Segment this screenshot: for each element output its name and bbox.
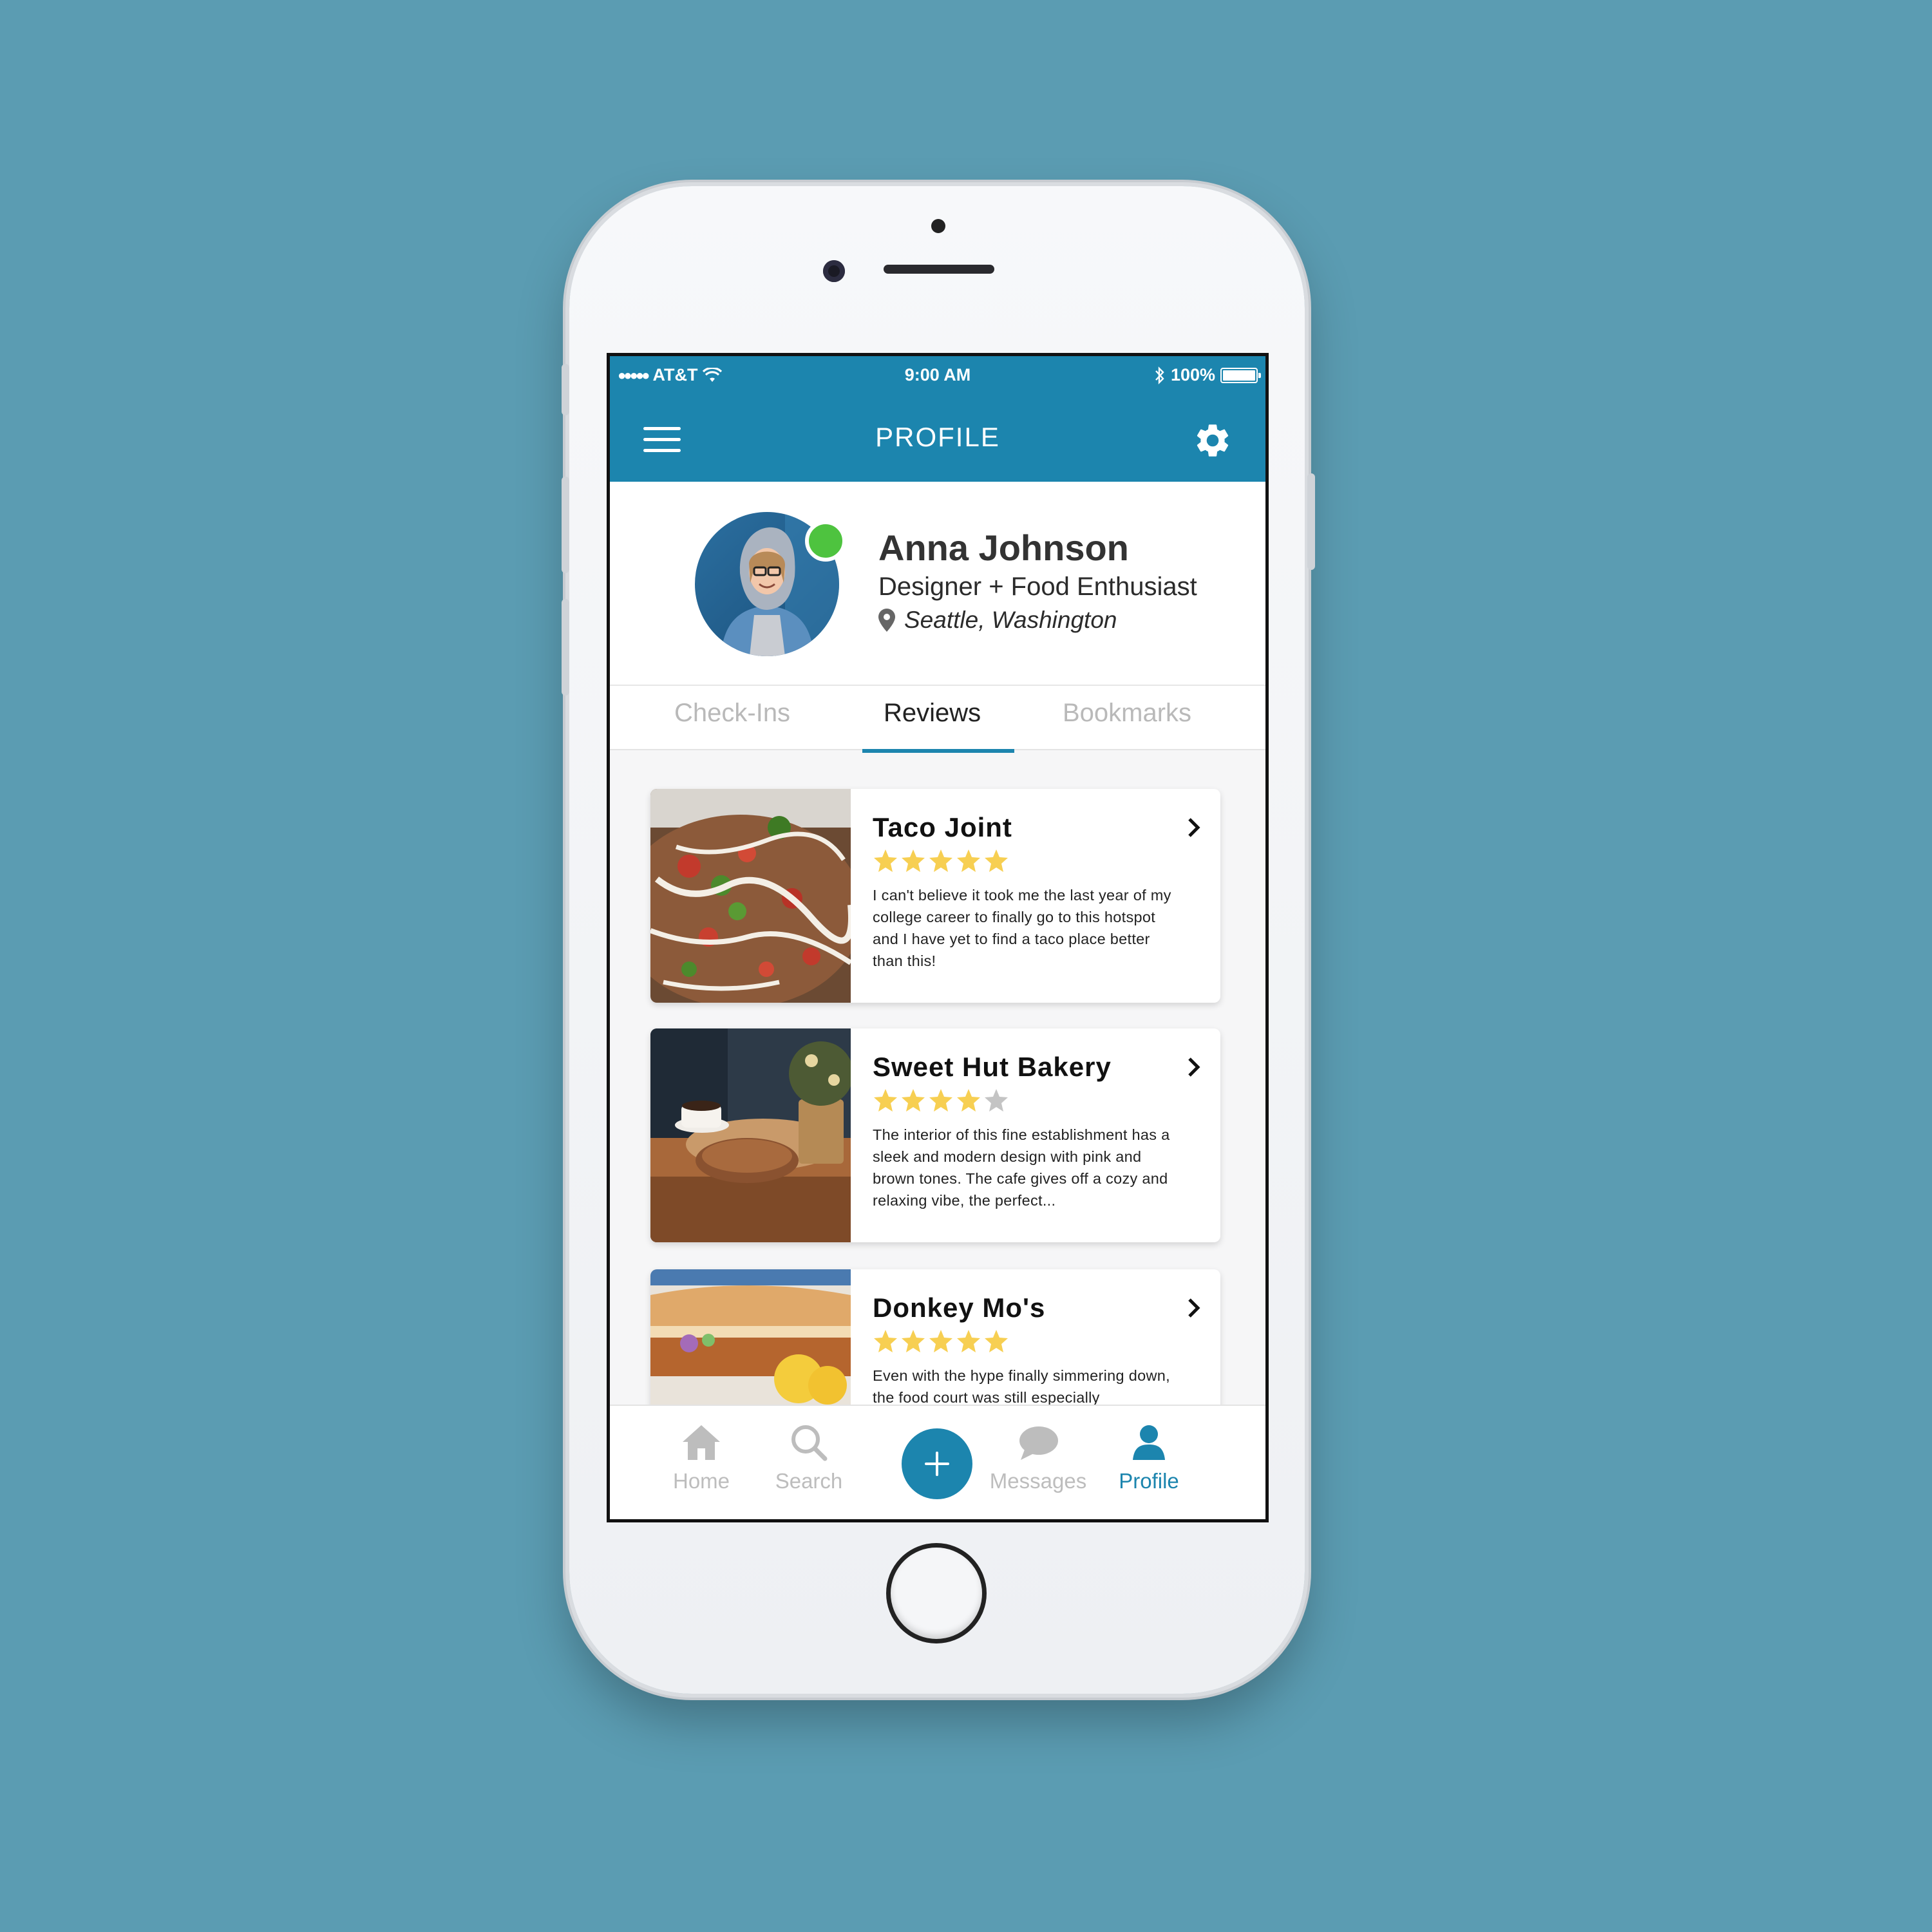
star-filled-icon [957,1089,980,1112]
tab-check-ins[interactable]: Check-Ins [674,699,790,728]
star-empty-icon [985,1089,1008,1112]
tab-bar-search[interactable]: Search [764,1420,854,1493]
person-icon [1133,1425,1165,1460]
profile-name: Anna Johnson [878,527,1129,568]
star-rating [873,1088,1009,1112]
plus-icon [925,1452,949,1476]
volume-up-button [562,477,569,573]
gear-icon[interactable] [1193,421,1233,460]
tab-bar-messages[interactable]: Messages [983,1420,1093,1493]
chevron-right-icon[interactable] [1187,1057,1201,1077]
star-filled-icon [985,849,1008,872]
profile-summary: Anna Johnson Designer + Food Enthusiast … [610,482,1265,686]
tab-bar-label: Profile [1119,1469,1179,1493]
review-photo-bakery [650,1028,851,1242]
page-title: PROFILE [875,422,1000,452]
tab-bar-profile[interactable]: Profile [1104,1420,1194,1493]
star-filled-icon [929,1089,952,1112]
star-filled-icon [902,1330,925,1352]
review-title: Sweet Hut Bakery [873,1052,1112,1082]
home-icon [683,1425,720,1460]
mute-switch [562,364,569,415]
chevron-right-icon[interactable] [1187,817,1201,838]
active-tab-indicator [862,749,1014,753]
proximity-sensor [931,219,945,233]
review-text: I can't believe it took me the last year… [873,887,1171,969]
star-rating [873,1329,1009,1353]
battery-fill [1223,370,1255,381]
bluetooth-icon [1155,366,1164,384]
app-header: PROFILE [610,395,1265,482]
review-card-taco-joint[interactable]: Taco Joint I can't believe it took me th… [650,789,1220,1003]
review-photo-nachos [650,789,851,1003]
star-rating [873,848,1009,873]
power-button [1307,473,1315,570]
battery-icon [1220,367,1261,383]
star-filled-icon [874,1330,897,1352]
home-button[interactable] [886,1543,987,1643]
tab-bar-label: Messages [989,1469,1087,1493]
search-icon [791,1425,828,1461]
star-filled-icon [874,1089,897,1112]
tab-bar-label: Search [775,1469,843,1493]
profile-location: Seattle, Washington [878,607,1117,634]
status-bar: ●●●●● AT&T 9:00 AM 100% [610,356,1265,395]
bottom-tab-bar: Home Search Messages Profile [610,1405,1265,1519]
tab-bar-label: Home [672,1469,730,1493]
front-camera [823,260,845,282]
star-filled-icon [985,1330,1008,1352]
star-filled-icon [902,1089,925,1112]
location-pin-icon [878,609,895,632]
chat-bubble-icon [1019,1426,1058,1460]
star-filled-icon [957,1330,980,1352]
tab-reviews[interactable]: Reviews [884,699,981,728]
review-title: Taco Joint [873,812,1012,842]
review-text: Even with the hype finally simmering dow… [873,1367,1170,1406]
online-status-indicator [805,520,846,562]
star-filled-icon [929,1330,952,1352]
review-title: Donkey Mo's [873,1293,1046,1323]
earpiece-speaker [884,265,994,274]
add-review-button[interactable] [902,1428,972,1499]
review-text: The interior of this fine establishment … [873,1126,1170,1209]
star-filled-icon [902,849,925,872]
review-card-sweet-hut-bakery[interactable]: Sweet Hut Bakery The interior of this fi… [650,1028,1220,1242]
location-text: Seattle, Washington [904,607,1117,633]
tab-bar-home[interactable]: Home [656,1420,746,1493]
star-filled-icon [874,849,897,872]
volume-down-button [562,599,569,696]
profile-bio: Designer + Food Enthusiast [878,573,1197,601]
profile-tabs: Check-Ins Reviews Bookmarks [610,686,1265,753]
chevron-right-icon[interactable] [1187,1298,1201,1318]
battery-percent: 100% [1170,365,1215,384]
star-filled-icon [957,849,980,872]
star-filled-icon [929,849,952,872]
tab-bookmarks[interactable]: Bookmarks [1063,699,1191,728]
phone-screen: ●●●●● AT&T 9:00 AM 100% PROFILE Anna Joh… [607,353,1269,1522]
